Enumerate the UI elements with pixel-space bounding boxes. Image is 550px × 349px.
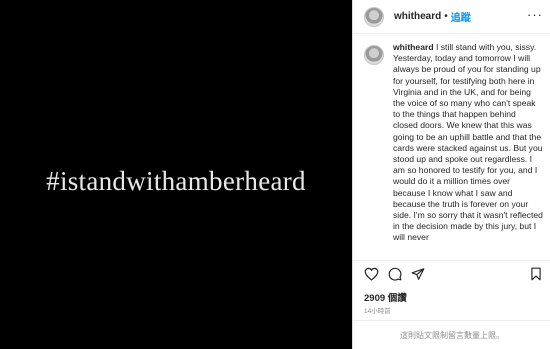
caption-text-block: whitheard I still stand with you, sissy.… — [393, 42, 543, 244]
avatar[interactable] — [364, 6, 384, 27]
caption-comment: whitheard I still stand with you, sissy.… — [353, 42, 550, 256]
likes-count[interactable]: 2909 個讚 — [364, 290, 407, 304]
header-separator: • — [444, 11, 448, 22]
comments-limited-notice: 這則貼文限制留言數量上限。 — [353, 320, 550, 349]
comment-icon[interactable] — [388, 267, 402, 286]
share-icon[interactable] — [411, 267, 425, 286]
bookmark-icon[interactable] — [530, 267, 542, 286]
comment-avatar[interactable] — [364, 45, 384, 65]
header-username[interactable]: whitheard — [394, 11, 441, 22]
follow-button[interactable]: 追蹤 — [451, 9, 471, 24]
post-timestamp[interactable]: 14小時前 — [364, 305, 391, 315]
post-side-panel: whitheard • 追蹤 ··· whitheard I still sta… — [352, 0, 550, 349]
post-image: #istandwithamberheard — [0, 0, 352, 349]
post-hashtag-text: #istandwithamberheard — [46, 166, 306, 196]
post-actions-bar — [353, 260, 550, 284]
heart-icon[interactable] — [364, 267, 379, 286]
post-header: whitheard • 追蹤 ··· — [353, 0, 550, 34]
more-horizontal-icon[interactable]: ··· — [527, 8, 543, 21]
caption-username[interactable]: whitheard — [393, 42, 434, 52]
caption-text: I still stand with you, sissy. Yesterday… — [393, 42, 543, 243]
